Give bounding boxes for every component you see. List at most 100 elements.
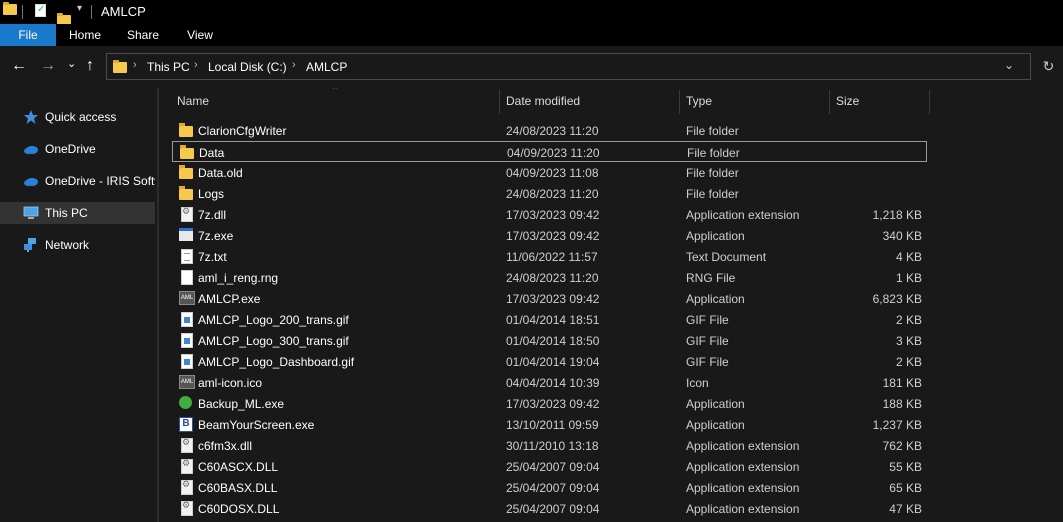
file-name: Data.old xyxy=(198,166,243,180)
table-row[interactable]: Data 04/09/2023 11:20 File folder xyxy=(172,141,927,162)
file-name: Logs xyxy=(198,187,225,201)
breadcrumb-amlcp[interactable]: AMLCP xyxy=(306,60,347,74)
table-row[interactable]: 7z.txt 11/06/2022 11:57 Text Document 4 KB xyxy=(172,246,927,267)
table-row[interactable]: C60DOSX.DLL 25/04/2007 09:04 Application e… xyxy=(172,498,927,519)
dll-file-icon xyxy=(181,437,193,453)
table-row[interactable]: 7z.exe 17/03/2023 09:42 Application 340 KB xyxy=(172,225,927,246)
file-date: 01/04/2014 18:50 xyxy=(506,334,600,348)
file-name: AMLCP_Logo_300_trans.gif xyxy=(198,334,349,348)
file-size: 181 KB xyxy=(882,376,922,390)
dll-file-icon xyxy=(181,479,193,495)
table-row[interactable]: ClarionCfgWriter 24/08/2023 11:20 File fol… xyxy=(172,120,927,141)
file-size: 762 KB xyxy=(882,439,922,453)
sidebar-item-quick-access[interactable]: Quick access xyxy=(0,106,155,128)
file-type: File folder xyxy=(686,187,739,201)
sidebar-item-label: This PC xyxy=(45,206,88,220)
file-name: 7z.dll xyxy=(198,208,227,222)
blank-file-icon xyxy=(181,270,193,285)
file-date: 04/04/2014 10:39 xyxy=(506,376,600,390)
tab-file[interactable]: File xyxy=(0,24,56,46)
address-dropdown-icon[interactable]: ⌄ xyxy=(1004,58,1014,72)
column-header-type[interactable]: Type xyxy=(686,88,712,114)
table-row[interactable]: AMLCP_Logo_300_trans.gif 01/04/2014 18:50… xyxy=(172,330,927,351)
column-divider[interactable] xyxy=(829,90,830,114)
file-type: Application extension xyxy=(686,439,800,453)
address-bar[interactable]: › This PC › Local Disk (C:) › AMLCP xyxy=(106,53,1031,80)
table-row[interactable]: AML aml-icon.ico 04/04/2014 10:39 Icon 181 K… xyxy=(172,372,927,393)
table-row[interactable]: AML AMLCP.exe 17/03/2023 09:42 Application 6… xyxy=(172,288,927,309)
recent-locations-icon[interactable]: ⌄ xyxy=(67,54,76,74)
breadcrumb-local-disk[interactable]: Local Disk (C:) xyxy=(208,60,287,74)
cloud-icon xyxy=(24,178,38,186)
file-type: Application extension xyxy=(686,460,800,474)
table-row[interactable]: 7z.dll 17/03/2023 09:42 Application extens… xyxy=(172,204,927,225)
file-date: 04/09/2023 11:08 xyxy=(506,166,599,180)
file-name: AMLCP.exe xyxy=(198,292,261,306)
table-row[interactable]: Logs 24/08/2023 11:20 File folder xyxy=(172,183,927,204)
file-name: AMLCP_Logo_200_trans.gif xyxy=(198,313,349,327)
column-header-name[interactable]: Name xyxy=(177,88,209,114)
navigation-pane: Quick access OneDrive OneDrive - IRIS So… xyxy=(0,88,157,522)
dll-file-icon xyxy=(181,458,193,474)
refresh-icon[interactable]: ↻ xyxy=(1034,53,1063,80)
ribbon-tabs: File Home Share View xyxy=(0,24,1063,46)
divider xyxy=(22,5,23,19)
sidebar-item-onedrive-iris[interactable]: OneDrive - IRIS Software xyxy=(0,170,155,192)
file-date: 25/04/2007 09:04 xyxy=(506,502,600,516)
column-divider[interactable] xyxy=(929,90,930,114)
sidebar-item-label: OneDrive xyxy=(45,142,96,156)
dll-file-icon xyxy=(181,206,193,222)
breadcrumb-separator[interactable]: › xyxy=(194,59,198,71)
file-size: 2 KB xyxy=(895,355,922,369)
file-name: C60DOSX.DLL xyxy=(198,502,280,516)
sidebar-item-onedrive[interactable]: OneDrive xyxy=(0,138,155,160)
file-type: Application extension xyxy=(686,502,800,516)
table-row[interactable]: B BeamYourScreen.exe 13/10/2011 09:59 Appli… xyxy=(172,414,927,435)
file-date: 30/11/2010 13:18 xyxy=(506,439,599,453)
customize-quick-access-icon[interactable]: ▾ xyxy=(77,3,82,14)
tab-share[interactable]: Share xyxy=(118,24,168,46)
file-name: Data xyxy=(199,146,225,160)
table-row[interactable]: AMLCP_Logo_Dashboard.gif 01/04/2014 19:04… xyxy=(172,351,927,372)
sidebar-item-network[interactable]: Network xyxy=(0,234,155,256)
file-size: 6,823 KB xyxy=(872,292,922,306)
properties-icon[interactable] xyxy=(35,4,46,17)
sidebar-item-label: OneDrive - IRIS Software xyxy=(45,174,155,188)
gif-file-icon xyxy=(181,354,193,369)
table-row[interactable]: Backup_ML.exe 17/03/2023 09:42 Application… xyxy=(172,393,927,414)
star-icon xyxy=(24,110,38,124)
tab-home[interactable]: Home xyxy=(66,24,104,46)
file-type: RNG File xyxy=(686,271,736,285)
back-arrow-icon[interactable]: ← xyxy=(11,56,27,76)
table-row[interactable]: C60BASX.DLL 25/04/2007 09:04 Application e… xyxy=(172,477,927,498)
file-type: Icon xyxy=(686,376,709,390)
file-size: 2 KB xyxy=(895,313,922,327)
up-arrow-icon[interactable]: ↑ xyxy=(86,56,94,76)
forward-arrow-icon[interactable]: → xyxy=(40,56,56,76)
table-row[interactable]: c6fm3x.dll 30/11/2010 13:18 Application ex… xyxy=(172,435,927,456)
table-row[interactable]: Data.old 04/09/2023 11:08 File folder xyxy=(172,162,927,183)
column-divider[interactable] xyxy=(679,90,680,114)
file-type: Application extension xyxy=(686,481,800,495)
folder-file-icon xyxy=(179,165,193,179)
breadcrumb-separator[interactable]: › xyxy=(133,59,137,71)
column-divider[interactable] xyxy=(499,90,500,114)
table-row[interactable]: C60ASCX.DLL 25/04/2007 09:04 Application e… xyxy=(172,456,927,477)
file-size: 55 KB xyxy=(889,460,922,474)
breadcrumb-separator[interactable]: › xyxy=(292,59,296,71)
file-name: BeamYourScreen.exe xyxy=(198,418,315,432)
breadcrumb-this-pc[interactable]: This PC xyxy=(147,60,190,74)
column-header-size[interactable]: Size xyxy=(836,88,859,114)
file-size: 47 KB xyxy=(889,502,922,516)
file-date: 11/06/2022 11:57 xyxy=(506,250,598,264)
network-icon xyxy=(24,238,36,252)
file-type: GIF File xyxy=(686,313,729,327)
table-row[interactable]: aml_i_reng.rng 24/08/2023 11:20 RNG File 1 … xyxy=(172,267,927,288)
tab-view[interactable]: View xyxy=(180,24,220,46)
table-row[interactable]: AMLCP_Logo_200_trans.gif 01/04/2014 18:51… xyxy=(172,309,927,330)
txt-file-icon xyxy=(181,249,193,264)
column-header-date[interactable]: Date modified xyxy=(506,88,580,114)
title-bar: ▾ AMLCP xyxy=(0,0,1063,26)
sidebar-item-this-pc[interactable]: This PC xyxy=(0,202,155,224)
file-list: ⌃ Name Date modified Type Size ClarionCf… xyxy=(159,88,1063,522)
